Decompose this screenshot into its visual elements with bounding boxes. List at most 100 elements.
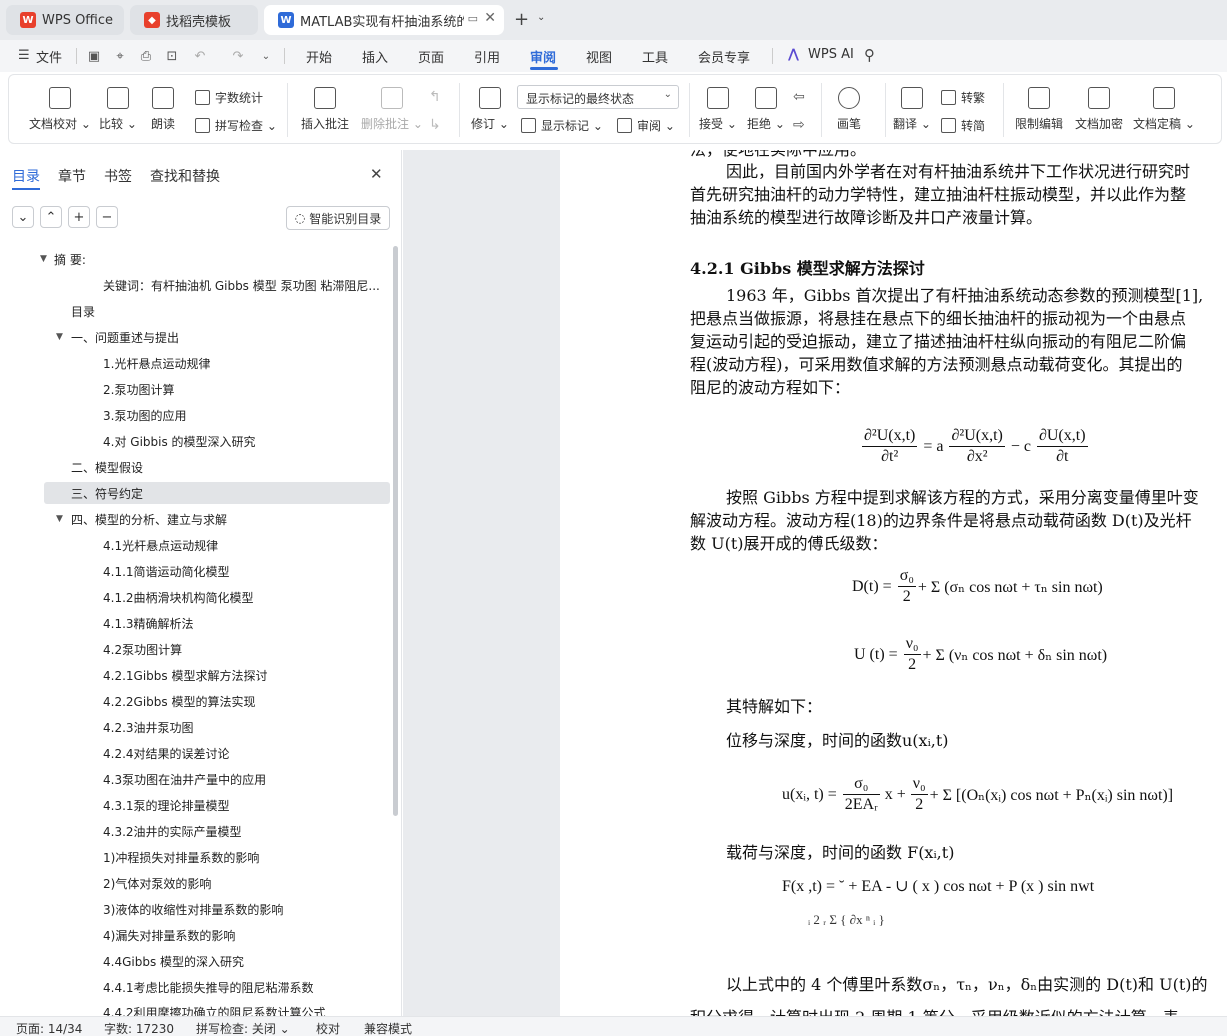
toc-item[interactable]: 4.2.4对结果的误差讨论 — [0, 742, 390, 764]
menu-home[interactable]: 开始 — [306, 47, 332, 66]
toc-item[interactable]: 4.4.2利用摩擦功确立的阻尼系数计算公式 — [0, 1002, 390, 1016]
toc-item[interactable]: 4.2.2Gibbs 模型的算法实现 — [0, 690, 390, 712]
next-comment-icon[interactable]: ↳ — [429, 117, 441, 133]
undo-icon[interactable]: ↶ — [192, 48, 208, 64]
close-pane-icon[interactable]: ✕ — [370, 165, 383, 183]
menu-references[interactable]: 引用 — [474, 47, 500, 66]
toc-item[interactable]: 4.3泵功图在油井产量中的应用 — [0, 768, 390, 790]
word-count-button[interactable]: 字数统计 — [195, 89, 263, 106]
compare-button[interactable]: 比较 ⌄ — [99, 87, 137, 132]
delete-comment-button[interactable]: 删除批注 ⌄ — [361, 87, 423, 132]
tab-template[interactable]: ◆ 找稻壳模板 — [130, 5, 258, 35]
toc-item-label: 4.2.2Gibbs 模型的算法实现 — [103, 694, 256, 709]
toc-item[interactable]: 3)液体的收缩性对排量系数的影响 — [0, 898, 390, 920]
tab-bookmarks[interactable]: 书签 — [104, 166, 132, 186]
toc-item[interactable]: 4.2.3油井泵功图 — [0, 716, 390, 738]
next-revision-icon[interactable]: ⇨ — [793, 117, 805, 133]
menu-wps-ai[interactable]: WPS AI — [808, 47, 854, 62]
doc-finalize-button[interactable]: 文档定稿 ⌄ — [1133, 87, 1195, 132]
print-preview-icon[interactable]: ⊡ — [164, 48, 180, 64]
review-pane-button[interactable]: 审阅 ⌄ — [617, 117, 675, 134]
tab-toc[interactable]: 目录 — [12, 166, 40, 186]
remove-heading-button[interactable]: − — [96, 206, 118, 228]
markup-state-select[interactable]: 显示标记的最终状态 ⌄ — [517, 85, 679, 109]
add-heading-button[interactable]: + — [68, 206, 90, 228]
accept-button[interactable]: 接受 ⌄ — [699, 87, 737, 132]
toc-item[interactable]: ▼ 摘 要: — [0, 248, 390, 270]
caret-down-icon[interactable]: ▼ — [40, 254, 47, 264]
toc-item[interactable]: 关键词：有杆抽油机 Gibbs 模型 泵功图 粘滞阻尼... — [0, 274, 390, 296]
toc-item[interactable]: 4.4Gibbs 模型的深入研究 — [0, 950, 390, 972]
menu-file[interactable]: 文件 — [36, 47, 62, 66]
sidebar-scrollbar[interactable] — [393, 246, 398, 816]
toc-item[interactable]: 4.1.3精确解析法 — [0, 612, 390, 634]
menu-page[interactable]: 页面 — [418, 47, 444, 66]
toc-item[interactable]: 4.1光杆悬点运动规律 — [0, 534, 390, 556]
menu-insert[interactable]: 插入 — [362, 47, 388, 66]
show-markup-button[interactable]: 显示标记 ⌄ — [521, 117, 603, 134]
toc-item[interactable]: 4.对 Gibbis 的模型深入研究 — [0, 430, 390, 452]
more-chevron-icon[interactable]: ⌄ — [258, 48, 274, 64]
word-count-indicator[interactable]: 字数: 17230 — [104, 1020, 174, 1036]
toc-item[interactable]: 3.泵功图的应用 — [0, 404, 390, 426]
menu-member[interactable]: 会员专享 — [698, 47, 750, 66]
toc-item[interactable]: 4)漏失对排量系数的影响 — [0, 924, 390, 946]
translate-button[interactable]: 翻译 ⌄ — [893, 87, 931, 132]
doc-check-button[interactable]: 文档校对 ⌄ — [29, 87, 91, 132]
menu-view[interactable]: 视图 — [586, 47, 612, 66]
caret-down-icon[interactable]: ▼ — [56, 514, 63, 524]
hamburger-menu-icon[interactable]: ☰ — [18, 48, 30, 63]
toc-item[interactable]: 4.2.1Gibbs 模型求解方法探讨 — [0, 664, 390, 686]
toc-item[interactable]: 2.泵功图计算 — [0, 378, 390, 400]
toc-item[interactable]: 2)气体对泵效的影响 — [0, 872, 390, 894]
spell-check-button[interactable]: 拼写检查 ⌄ — [195, 117, 277, 134]
caret-down-icon[interactable]: ▼ — [56, 332, 63, 342]
chevron-down-icon[interactable]: ⌄ — [537, 12, 545, 23]
collapse-up-button[interactable]: ⌃ — [40, 206, 62, 228]
toc-item[interactable]: 4.4.1考虑比能损失推导的阻尼粘滞系数 — [0, 976, 390, 998]
monitor-icon[interactable]: ▭ — [468, 12, 478, 25]
tab-chapters[interactable]: 章节 — [58, 166, 86, 186]
page-indicator[interactable]: 页面: 14/34 — [16, 1020, 82, 1036]
smart-toc-button[interactable]: ◌ 智能识别目录 — [286, 206, 390, 230]
prev-comment-icon[interactable]: ↰ — [429, 89, 441, 105]
restrict-edit-button[interactable]: 限制编辑 — [1015, 87, 1063, 132]
close-tab-icon[interactable]: ✕ — [484, 10, 496, 26]
toc-item[interactable]: ▼ 一、问题重述与提出 — [0, 326, 390, 348]
spell-check-status[interactable]: 拼写检查: 关闭 ⌄ — [196, 1020, 290, 1036]
toc-item[interactable]: 4.3.1泵的理论排量模型 — [0, 794, 390, 816]
reject-button[interactable]: 拒绝 ⌄ — [747, 87, 785, 132]
toc-item[interactable]: 4.1.2曲柄滑块机构简化模型 — [0, 586, 390, 608]
insert-comment-button[interactable]: 插入批注 — [301, 87, 349, 132]
new-tab-icon[interactable]: + — [514, 9, 529, 30]
expand-down-button[interactable]: ⌄ — [12, 206, 34, 228]
toc-item[interactable]: 4.3.2油井的实际产量模型 — [0, 820, 390, 842]
toc-item[interactable]: 目录 — [0, 300, 390, 322]
tab-find-replace[interactable]: 查找和替换 — [150, 166, 220, 186]
toc-item[interactable]: 1)冲程损失对排量系数的影响 — [0, 846, 390, 868]
to-traditional-button[interactable]: 转繁 — [941, 89, 985, 106]
menu-tools[interactable]: 工具 — [642, 47, 668, 66]
paragraph-line: 复运动引起的受迫振动，建立了描述抽油杆柱纵向振动的有阻尼二阶偏 — [690, 332, 1187, 351]
save-icon[interactable]: ▣ — [86, 48, 102, 64]
redo-icon[interactable]: ↷ — [230, 48, 246, 64]
pin-icon[interactable]: ⌖ — [112, 48, 128, 64]
toc-item[interactable]: 二、模型假设 — [0, 456, 390, 478]
search-icon[interactable]: ⚲ — [864, 46, 875, 64]
doc-encrypt-button[interactable]: 文档加密 — [1075, 87, 1123, 132]
proof-button[interactable]: 校对 — [316, 1020, 340, 1036]
toc-item-selected[interactable]: 三、符号约定 — [44, 482, 390, 504]
prev-revision-icon[interactable]: ⇦ — [793, 89, 805, 105]
tab-wps-office[interactable]: W WPS Office — [6, 5, 124, 35]
read-aloud-button[interactable]: 朗读 — [151, 87, 175, 132]
revise-button[interactable]: 修订 ⌄ — [471, 87, 509, 132]
to-simplified-button[interactable]: 转简 — [941, 117, 985, 134]
toc-item[interactable]: 4.1.1简谐运动简化模型 — [0, 560, 390, 582]
toc-item[interactable]: 1.光杆悬点运动规律 — [0, 352, 390, 374]
toc-item[interactable]: 4.2泵功图计算 — [0, 638, 390, 660]
tab-document[interactable]: W MATLAB实现有杆抽油系统的泵 ▭ ✕ — [264, 5, 504, 35]
menu-review[interactable]: 审阅 — [530, 47, 556, 66]
ink-button[interactable]: 画笔 — [837, 87, 861, 132]
toc-item[interactable]: ▼ 四、模型的分析、建立与求解 — [0, 508, 390, 530]
print-icon[interactable]: ⎙ — [138, 48, 154, 64]
